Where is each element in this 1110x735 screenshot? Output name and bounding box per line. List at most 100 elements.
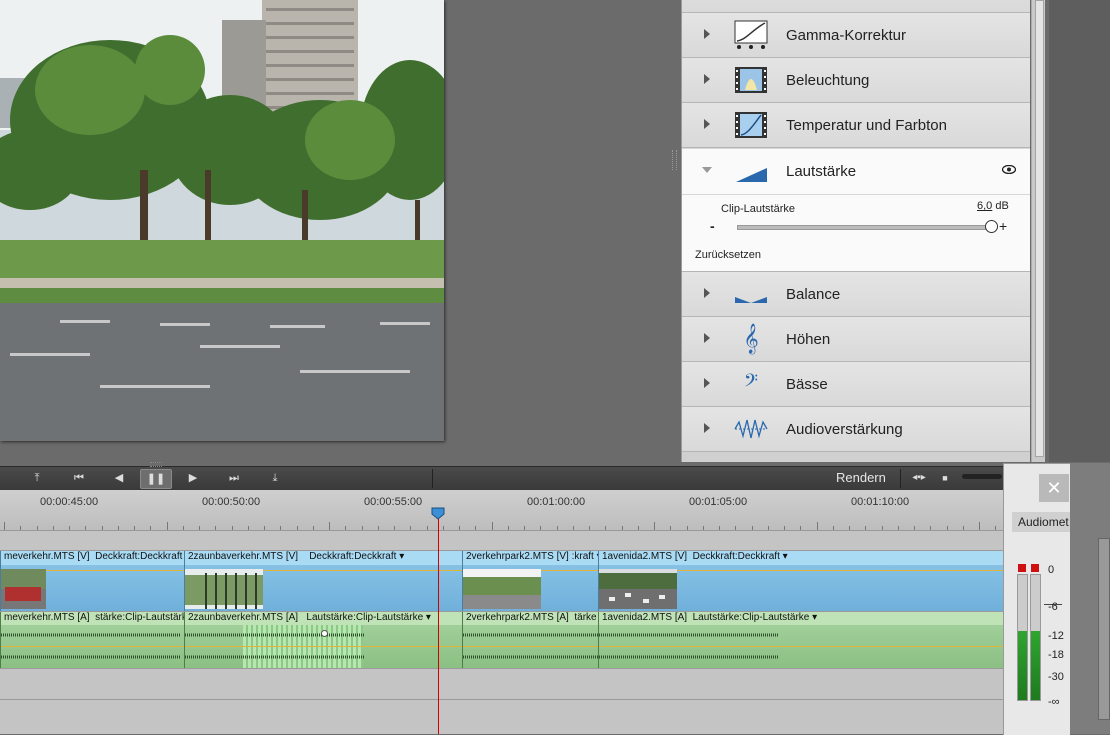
playhead-line[interactable] — [438, 516, 439, 734]
expand-arrow-icon[interactable] — [704, 288, 710, 298]
expand-arrow-icon[interactable] — [704, 119, 710, 129]
ruler-tick — [995, 526, 996, 530]
volume-unit: dB — [995, 200, 1009, 212]
volume-slider-track[interactable] — [737, 225, 993, 230]
lighting-film-icon — [735, 67, 767, 93]
zoom-slider[interactable] — [962, 474, 1002, 479]
timecode-label: 00:00:50:00 — [202, 496, 261, 508]
fit-timeline-icon[interactable]: ◂▪▸ — [906, 469, 932, 487]
timecode-label: 00:00:55:00 — [364, 496, 423, 508]
clip-property-menu[interactable]: Deckkraft:Deckkraft ▾ — [693, 551, 788, 562]
clip-name: meverkehr.MTS [A] — [4, 612, 90, 623]
volume-plus[interactable]: + — [999, 218, 1007, 234]
effect-row-treble[interactable]: 𝄞 Höhen — [682, 317, 1030, 362]
expand-arrow-icon[interactable] — [704, 333, 710, 343]
ruler-tick — [833, 526, 834, 530]
effect-row-temperature[interactable]: Temperatur und Farbton — [682, 103, 1030, 148]
ruler-tick — [768, 526, 769, 530]
ruler-tick — [930, 526, 931, 530]
clip-property-menu[interactable]: tärke ▾ — [574, 612, 598, 623]
step-forward-icon[interactable]: ▶ — [180, 469, 206, 487]
effect-row-gamma[interactable]: Gamma-Korrektur — [682, 13, 1030, 58]
ruler-tick — [53, 526, 54, 530]
right-scroll-area — [1070, 463, 1110, 734]
clip-header: 1avenida2.MTS [V] Deckkraft:Deckkraft ▾ — [599, 551, 1004, 565]
effects-panel-scrollbar[interactable] — [1031, 0, 1045, 462]
audio-clip[interactable]: 1avenida2.MTS [A] Lautstärke:Clip-Lautst… — [598, 612, 1005, 668]
effect-row-audio-gain[interactable]: Audioverstärkung — [682, 407, 1030, 452]
clip-volume-value[interactable]: 6,0 dB — [977, 200, 1009, 212]
volume-value-text[interactable]: 6,0 — [977, 200, 992, 212]
video-preview[interactable] — [0, 0, 444, 441]
video-clip[interactable]: 2verkehrpark2.MTS [V] :kraft ▾ — [462, 551, 599, 611]
zoom-out-icon[interactable]: ■ — [932, 469, 958, 487]
volume-slider-knob[interactable] — [985, 220, 998, 233]
clip-property-menu[interactable]: Deckkraft:Deckkraft ▾ — [95, 551, 184, 562]
keyframe-marker[interactable] — [321, 630, 328, 637]
eye-icon[interactable] — [1002, 165, 1016, 174]
volume-minus[interactable]: - — [710, 218, 715, 234]
effect-label: Balance — [786, 286, 841, 303]
audio-clip[interactable]: 2verkehrpark2.MTS [A] tärke ▾ — [462, 612, 599, 668]
ruler-tick — [215, 526, 216, 530]
ruler-tick — [248, 526, 249, 530]
clip-property-menu[interactable]: :kraft ▾ — [572, 551, 598, 562]
timeline-tracks[interactable]: meverkehr.MTS [V] Deckkraft:Deckkraft ▾ … — [0, 531, 1005, 734]
render-button[interactable]: Rendern — [836, 470, 886, 485]
effect-row-balance[interactable]: Balance — [682, 272, 1030, 317]
effect-label: Lautstärke — [786, 163, 857, 180]
waveform — [463, 633, 598, 637]
clip-property-menu[interactable]: Deckkraft:Deckkraft ▾ — [309, 551, 404, 562]
ruler-tick — [199, 526, 200, 530]
timeline-ruler[interactable]: 00:00:45:00 00:00:50:00 00:00:55:00 00:0… — [0, 490, 1003, 531]
clip-header: 2verkehrpark2.MTS [A] tärke ▾ — [463, 612, 598, 625]
close-icon[interactable]: ✕ — [1039, 474, 1069, 502]
clip-header: 2zaunbaverkehr.MTS [A] Lautstärke:Clip-L… — [185, 612, 462, 625]
pause-icon[interactable]: ❚❚ — [140, 469, 172, 489]
panel-resize-grip[interactable] — [150, 462, 162, 467]
ruler-tick — [394, 526, 395, 530]
clip-thumbnail — [1, 569, 46, 609]
ruler-tick — [410, 526, 411, 530]
ruler-tick — [329, 522, 330, 530]
timecode-label: 00:00:45:00 — [40, 496, 99, 508]
ruler-tick — [443, 526, 444, 530]
playhead-handle-icon[interactable] — [431, 507, 445, 520]
expand-arrow-icon[interactable] — [704, 29, 710, 39]
go-to-in-point-icon[interactable]: ⤒ — [24, 469, 50, 487]
video-clip[interactable]: 2zaunbaverkehr.MTS [V] Deckkraft:Deckkra… — [184, 551, 463, 611]
video-clip[interactable]: meverkehr.MTS [V] Deckkraft:Deckkraft ▾ — [0, 551, 185, 611]
ruler-tick — [150, 526, 151, 530]
expand-arrow-icon[interactable] — [704, 423, 710, 433]
clip-property-menu[interactable]: stärke:Clip-Lautstärke ▾ — [95, 612, 184, 623]
ruler-tick — [882, 526, 883, 530]
ruler-tick — [297, 526, 298, 530]
clip-name: 2zaunbaverkehr.MTS [V] — [188, 551, 299, 562]
reset-button[interactable]: Zurücksetzen — [695, 249, 761, 261]
scrollbar-thumb[interactable] — [1035, 0, 1044, 457]
expand-arrow-icon[interactable] — [704, 378, 710, 388]
ruler-tick — [752, 526, 753, 530]
go-to-start-icon[interactable]: ⏮ — [66, 469, 92, 487]
expand-arrow-icon[interactable] — [704, 74, 710, 84]
clip-header: 1avenida2.MTS [A] Lautstärke:Clip-Lautst… — [599, 612, 1004, 625]
collapse-arrow-icon[interactable] — [702, 167, 712, 173]
clip-property-menu[interactable]: Lautstärke:Clip-Lautstärke ▾ — [306, 612, 431, 623]
video-clip[interactable]: 1avenida2.MTS [V] Deckkraft:Deckkraft ▾ — [598, 551, 1005, 611]
ruler-tick — [979, 522, 980, 530]
step-back-icon[interactable]: ◀ — [106, 469, 132, 487]
audio-clip[interactable]: 2zaunbaverkehr.MTS [A] Lautstärke:Clip-L… — [184, 612, 463, 668]
audio-clip[interactable]: meverkehr.MTS [A] stärke:Clip-Lautstärke… — [0, 612, 185, 668]
effect-row-volume[interactable]: Lautstärke — [682, 149, 1030, 194]
clip-volume-label: Clip-Lautstärke — [721, 203, 795, 215]
effect-row-partial[interactable] — [682, 0, 1030, 13]
go-to-out-point-icon[interactable]: ⤓ — [262, 469, 288, 487]
go-to-end-icon[interactable]: ⏭ — [221, 469, 247, 487]
panel-resize-grip[interactable] — [672, 150, 677, 170]
effect-row-lighting[interactable]: Beleuchtung — [682, 58, 1030, 103]
waveform — [599, 633, 779, 637]
panel-gutter — [448, 0, 677, 462]
clip-property-menu[interactable]: Lautstärke:Clip-Lautstärke ▾ — [693, 612, 818, 623]
vertical-scrollbar[interactable] — [1098, 538, 1110, 720]
effect-row-bass[interactable]: 𝄢 Bässe — [682, 362, 1030, 407]
